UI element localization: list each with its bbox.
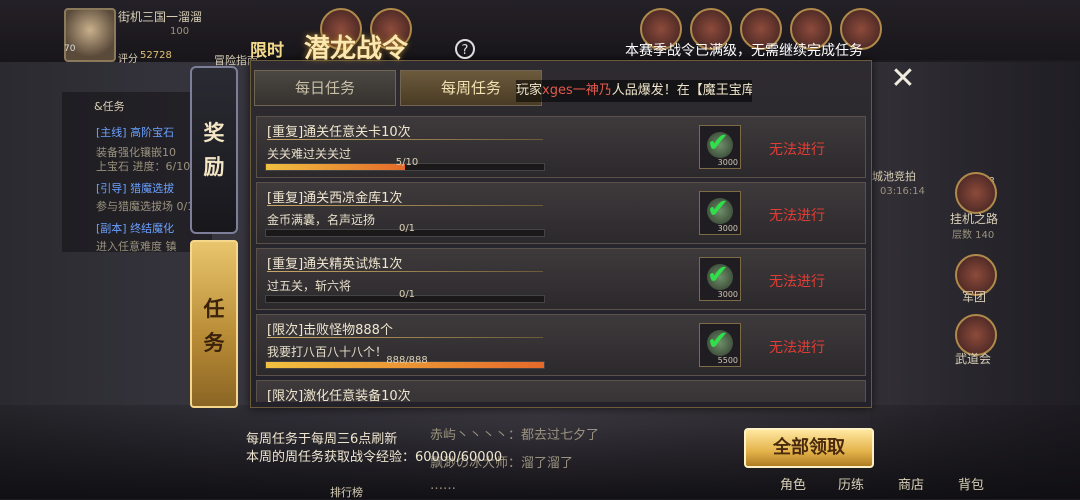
task-desc: 过五关，斩六将 [267,279,352,293]
marquee-prefix: 玩家 [516,83,543,98]
task-status: 无法进行 [769,208,825,224]
side-tab-tasks-label: 任 务 [192,292,236,360]
reward-amount: 5500 [717,356,738,365]
check-icon: ✔ [707,128,729,158]
task-reward[interactable]: ✔ 3000 [699,191,741,235]
task-title: [重复]通关精英试炼1次 [267,257,403,272]
divider [267,139,543,140]
close-icon[interactable]: ✕ [888,64,918,94]
weekly-exp-note: 本周的周任务获取战令经验：60000/60000 [246,446,502,465]
check-icon: ✔ [707,326,729,356]
task-title: [重复]通关西凉金库1次 [267,191,403,206]
martial-arena-label[interactable]: 武道会 [955,350,991,367]
reward-amount: 3000 [717,158,738,167]
task-reward[interactable]: ✔ 3000 [699,257,741,301]
legion-label[interactable]: 军团 [962,288,986,305]
quest-item: 参与猎魔选拔场 0/1 [96,200,195,213]
task-list[interactable]: [重复]通关任意关卡10次 关关难过关关过 5/10 ✔ 3000 无法进行 [重… [256,116,866,402]
player-score: 52728 [140,50,172,61]
side-tab-tasks[interactable]: 任 务 [190,240,238,408]
quest-item: 进入任意难度 镇 [96,240,177,253]
refresh-note: 每周任务于每周三6点刷新 [246,432,398,447]
check-icon: ✔ [707,194,729,224]
divider [267,271,543,272]
bag-label[interactable]: 背包 [958,474,984,493]
task-reward[interactable]: ✔ 3000 [699,125,741,169]
task-row: [重复]通关精英试炼1次 过五关，斩六将 0/1 ✔ 3000 无法进行 [256,248,866,310]
help-icon[interactable]: ? [455,39,475,59]
reward-amount: 3000 [717,224,738,233]
task-status: 无法进行 [769,340,825,356]
side-tab-rewards-label: 奖 励 [192,116,236,184]
task-title: [限次]激化任意装备10次 [267,389,411,402]
quest-item[interactable]: [引导] 猎魔选拔 [96,180,174,196]
claim-all-button[interactable]: 全部领取 [744,428,874,468]
title-main: 潜龙战令 [304,34,409,64]
task-progress-text: 888/888 [386,355,428,366]
task-row: [重复]通关任意关卡10次 关关难过关关过 5/10 ✔ 3000 无法进行 [256,116,866,178]
city-auction-label[interactable]: 城池竞拍 [872,168,916,184]
chat-line: 赤屿丶丶丶丶：都去过七夕了 [430,428,600,443]
task-progress-text: 5/10 [395,157,419,168]
check-icon: ✔ [707,260,729,290]
task-reward[interactable]: ✔ 5500 [699,323,741,367]
weekly-exp-value: 60000/60000 [415,450,503,465]
task-desc: 关关难过关关过 [267,147,352,161]
divider [267,205,543,206]
idle-road-floor: 层数 140 [952,230,995,241]
chat-line: …… [430,478,456,493]
task-status: 无法进行 [769,142,825,158]
tab-daily-tasks[interactable]: 每日任务 [254,70,396,106]
player-name: 街机三国一溜溜 [118,10,203,24]
quest-tab[interactable]: &任务 [94,98,125,114]
task-status: 无法进行 [769,274,825,290]
weekly-exp-label: 本周的周任务获取战令经验： [246,450,416,465]
task-row: [限次]激化任意装备10次 [256,380,866,402]
idle-road-label[interactable]: 挂机之路 [950,210,998,227]
player-power: 100 [170,26,190,37]
side-tab-rewards[interactable]: 奖 励 [190,66,238,234]
divider [267,337,543,338]
season-note: 本赛季战令已满级，无需继续完成任务 [625,43,863,59]
side-tab-char: 奖 [203,120,225,145]
quest-item[interactable]: [副本] 终结魔化 [96,220,174,236]
title-prefix: 限时 [250,41,284,61]
reward-amount: 3000 [717,290,738,299]
task-progress-text: 0/1 [398,289,416,300]
idle-road-icon[interactable] [955,172,997,214]
player-score-label: 评分 [118,54,138,65]
city-auction-timer: 03:16:14 [880,186,925,197]
training-label[interactable]: 历练 [838,474,864,493]
marquee-player: xges一神乃 [542,83,612,98]
quest-item[interactable]: [主线] 高阶宝石 [96,124,174,140]
task-progress-text: 0/1 [398,223,416,234]
shop-label[interactable]: 商店 [898,474,924,493]
quest-item: 上宝石 进度：6/10 [96,160,191,173]
broadcast-marquee: 玩家xges一神乃人品爆发！在【魔王宝库 [516,80,752,102]
marquee-suffix: 人品爆发！在【魔王宝库 [611,83,752,98]
task-title: [限次]击败怪物888个 [267,323,393,338]
role-label[interactable]: 角色 [780,474,806,493]
side-tab-char: 务 [203,330,225,355]
task-desc: 金币满囊，名声远扬 [267,213,376,227]
ranking-label[interactable]: 排行榜 [330,484,363,500]
side-tab-char: 励 [203,154,225,179]
task-row: [重复]通关西凉金库1次 金币满囊，名声远扬 0/1 ✔ 3000 无法进行 [256,182,866,244]
task-title: [重复]通关任意关卡10次 [267,125,411,140]
task-row: [限次]击败怪物888个 我要打八百八十八个！ 888/888 ✔ 5500 无法… [256,314,866,376]
player-level: 70 [64,44,76,54]
side-tab-char: 任 [203,296,225,321]
